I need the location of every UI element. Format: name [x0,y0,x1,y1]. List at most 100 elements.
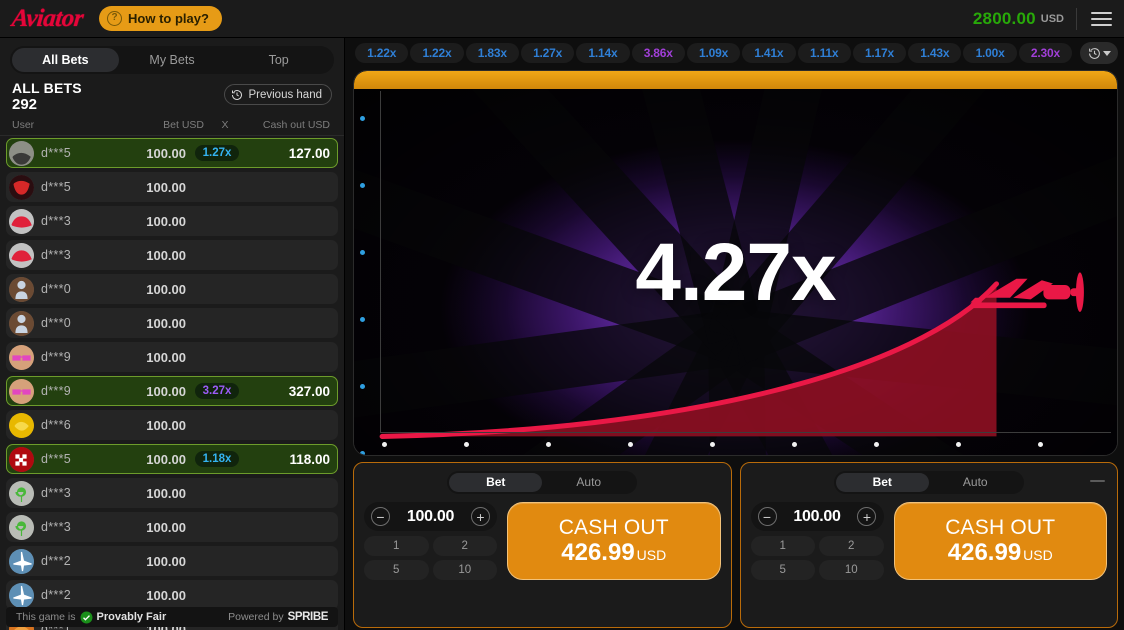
bet-panel: Bet Auto −100.00 +1 2 5 10 CASH OUT 426.99 USD [739,462,1118,628]
previous-hand-button[interactable]: Previous hand [224,84,332,105]
all-bets-count: 292 [12,96,38,113]
table-row[interactable]: d***5 100.00 1.18x 118.00 [6,444,338,474]
history-chip[interactable]: 3.86x [631,43,685,63]
x-axis [380,432,1111,433]
table-row[interactable]: d***2 100.00 [6,580,338,610]
tab-bet[interactable]: Bet [449,473,543,492]
how-to-play-button[interactable]: ? How to play? [99,6,222,31]
history-dropdown-button[interactable] [1080,42,1119,64]
tab-top[interactable]: Top [225,48,332,72]
table-row[interactable]: d***5 100.00 1.27x 127.00 [6,138,338,168]
quick-amount-button[interactable]: 1 [750,536,815,556]
history-chip[interactable]: 1.41x [742,43,796,63]
cash-out-currency: USD [1023,546,1053,563]
panel-body: −100.00 +1 2 5 10 CASH OUT 426.99 USD [364,496,721,621]
table-row[interactable]: d***6 100.00 [6,410,338,440]
main-body: All Bets My Bets Top ALL BETS 292 Previo… [0,38,1124,630]
cash-out-amount: 426.99 [561,538,635,566]
quick-amount-button[interactable]: 5 [364,560,429,580]
table-row[interactable]: d***3 100.00 [6,240,338,270]
x-axis-dot [792,442,797,447]
top-bar: Aviator ? How to play? 2800.00 USD [0,0,1124,38]
tab-all-bets[interactable]: All Bets [12,48,119,72]
bet-user: d***3 [41,486,71,500]
history-chip[interactable]: 1.22x [410,43,464,63]
history-chip[interactable]: 1.43x [908,43,962,63]
x-axis-dot [382,442,387,447]
avatar [9,208,34,234]
avatar [9,276,34,302]
bet-user: d***3 [41,248,71,262]
table-row[interactable]: d***3 100.00 [6,512,338,542]
menu-icon[interactable] [1089,9,1114,29]
table-row[interactable]: d***5 100.00 [6,172,338,202]
quick-amount-button[interactable]: 10 [819,560,884,580]
tab-bet[interactable]: Bet [835,473,929,492]
table-row[interactable]: d***9 100.00 3.27x 327.00 [6,376,338,406]
stake-value[interactable]: 100.00 [407,508,454,526]
multiplier-history-bar: 1.22x 1.22x 1.83x 1.27x 1.14x 3.86x 1.09x 1.41x… [345,38,1124,68]
cash-out-button[interactable]: CASH OUT 426.99 USD [893,502,1107,580]
stake-value[interactable]: 100.00 [793,508,840,526]
bet-amount: 100.00 [146,485,186,501]
decrement-button[interactable]: − [757,507,777,526]
bet-user: d***3 [41,214,71,228]
table-row[interactable]: d***3 100.00 [6,206,338,236]
x-axis-dot [1038,442,1043,447]
quick-amount-button[interactable]: 10 [432,560,497,580]
tab-auto[interactable]: Auto [929,473,1022,492]
bet-panels: Bet Auto −100.00 +1 2 5 10 CASH OUT 426.99 USD Bet… [345,456,1124,630]
history-chip[interactable]: 1.00x [963,43,1017,63]
history-chip[interactable]: 1.14x [576,43,630,63]
history-chip[interactable]: 1.27x [520,43,575,63]
x-axis-dot [464,442,469,447]
quick-amount-button[interactable]: 1 [364,536,429,556]
table-row[interactable]: d***0 100.00 [6,274,338,304]
quick-amount-button[interactable]: 2 [432,536,497,556]
history-chip[interactable]: 1.22x [355,43,409,63]
status-badge: 3.27x [194,383,240,399]
avatar [9,446,34,472]
bet-amount: 100.00 [146,281,186,297]
history-clock-icon [232,89,243,100]
cash-out-label: CASH OUT [558,515,669,539]
quick-amount-button[interactable]: 2 [819,536,884,556]
cash-out-button[interactable]: CASH OUT 426.99 USD [507,502,721,580]
increment-button[interactable]: + [857,507,877,526]
bets-list[interactable]: d***5 100.00 1.27x 127.00 d***5 100.00 d***3 10… [0,136,344,630]
avatar [9,412,34,438]
tab-my-bets[interactable]: My Bets [119,48,226,72]
minimize-icon[interactable] [1090,480,1105,482]
avatar [9,140,34,166]
x-axis-dot [874,442,879,447]
table-row[interactable]: d***3 100.00 [6,478,338,508]
quick-amount-button[interactable]: 5 [750,560,815,580]
avatar [9,310,34,336]
all-bets-title: ALL BETS [12,80,82,96]
history-chip[interactable]: 1.09x [686,43,741,63]
history-chip[interactable]: 1.17x [852,43,907,63]
cash-out-amount: 426.99 [947,538,1022,566]
current-multiplier: 4.27x [635,227,836,318]
history-chip[interactable]: 1.11x [797,43,851,63]
avatar [9,242,34,268]
status-badge: 1.18x [194,451,240,467]
provably-fair-block[interactable]: This game is Provably Fair [16,611,166,624]
table-row[interactable]: d***0 100.00 [6,308,338,338]
tab-auto[interactable]: Auto [542,473,635,492]
how-to-play-label: How to play? [128,11,209,26]
avatar [9,174,34,200]
increment-button[interactable]: + [470,507,490,526]
y-axis-dot [360,384,365,389]
all-bets-header: ALL BETS 292 Previous hand [0,74,344,116]
history-chip[interactable]: 2.30x [1018,43,1073,63]
table-row[interactable]: d***9 100.00 [6,342,338,372]
bet-user: d***9 [41,384,71,398]
bets-tabs: All Bets My Bets Top [10,46,334,74]
bet-amount: 100.00 [146,179,186,195]
bet-user: d***5 [41,180,71,194]
decrement-button[interactable]: − [371,507,390,526]
table-row[interactable]: d***2 100.00 [6,546,338,576]
history-chip[interactable]: 1.83x [465,43,519,63]
bet-amount: 100.00 [146,519,186,535]
